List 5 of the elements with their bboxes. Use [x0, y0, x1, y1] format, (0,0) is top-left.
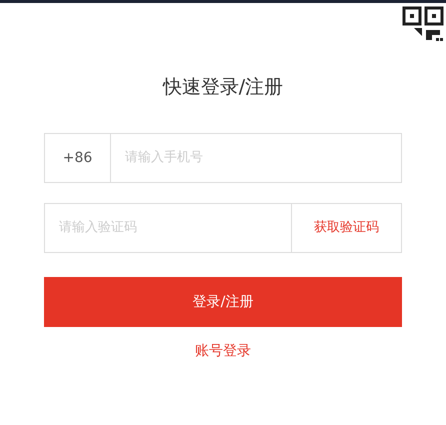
login-button[interactable]: 登录/注册 — [44, 277, 402, 327]
form-title: 快速登录/注册 — [162, 75, 284, 100]
country-code[interactable]: +86 — [45, 134, 111, 182]
get-code-button[interactable]: 获取验证码 — [292, 203, 402, 253]
account-login-link[interactable]: 账号登录 — [195, 341, 251, 362]
